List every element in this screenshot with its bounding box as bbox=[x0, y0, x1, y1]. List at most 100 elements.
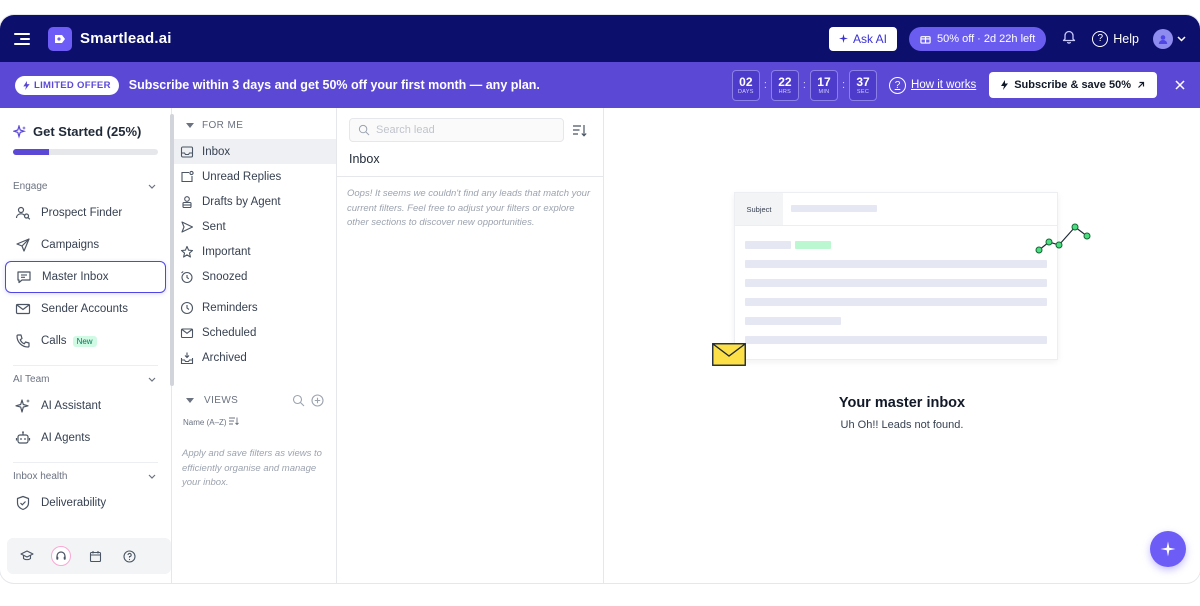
folder-snoozed[interactable]: Snoozed bbox=[172, 264, 336, 289]
no-leads-message: Oops! It seems we couldn't find any lead… bbox=[347, 188, 591, 228]
folder-inbox[interactable]: Inbox bbox=[172, 139, 336, 164]
offer-countdown-pill[interactable]: 50% off · 2d 22h left bbox=[909, 26, 1047, 51]
nav-label: Master Inbox bbox=[42, 271, 109, 283]
chevron-down-icon[interactable] bbox=[1177, 35, 1186, 42]
help-circle-icon[interactable] bbox=[119, 546, 139, 566]
section-engage[interactable]: Engage bbox=[5, 181, 166, 192]
nav-ai-agents[interactable]: AI Agents bbox=[5, 422, 166, 454]
folder-scheduled[interactable]: Scheduled bbox=[172, 320, 336, 345]
nav-campaigns[interactable]: Campaigns bbox=[5, 229, 166, 261]
empty-inbox-illustration: Subject bbox=[712, 192, 1092, 382]
logo-text: Smartlead.ai bbox=[80, 30, 172, 47]
nav-deliverability[interactable]: Deliverability bbox=[5, 487, 166, 519]
archive-icon bbox=[180, 352, 194, 364]
notifications-bell-icon[interactable] bbox=[1062, 29, 1076, 49]
offer-pill-label: 50% off · 2d 22h left bbox=[937, 32, 1036, 45]
question-icon: ? bbox=[889, 76, 907, 94]
menu-toggle-icon[interactable] bbox=[14, 32, 30, 45]
search-icon bbox=[358, 124, 370, 136]
nav-label: Sender Accounts bbox=[41, 303, 128, 315]
lead-list-title: Inbox bbox=[349, 152, 380, 166]
user-avatar[interactable] bbox=[1153, 28, 1173, 49]
unread-mail-icon bbox=[181, 170, 194, 182]
folder-archived[interactable]: Archived bbox=[172, 345, 336, 370]
caret-down-icon bbox=[186, 398, 194, 403]
nav-master-inbox[interactable]: Master Inbox bbox=[5, 261, 166, 293]
timer-minutes: 17 MIN bbox=[809, 69, 838, 101]
subscribe-label: Subscribe & save 50% bbox=[1014, 79, 1131, 91]
chevron-down-icon bbox=[148, 377, 156, 382]
arrow-up-right-icon bbox=[1138, 81, 1145, 88]
search-icon[interactable] bbox=[292, 394, 305, 407]
sidebar-scrollbar[interactable] bbox=[170, 114, 174, 386]
nav-sender-accounts[interactable]: Sender Accounts bbox=[5, 293, 166, 325]
views-toggle[interactable]: VIEWS bbox=[186, 395, 238, 406]
section-inbox-health[interactable]: Inbox health bbox=[5, 471, 166, 482]
ask-ai-label: Ask AI bbox=[853, 31, 888, 46]
folder-important[interactable]: Important bbox=[172, 239, 336, 264]
nav-label: Calls bbox=[41, 335, 67, 347]
views-sort[interactable]: Name (A–Z) bbox=[172, 417, 336, 427]
message-icon bbox=[17, 271, 31, 284]
get-started-label: Get Started (25%) bbox=[33, 124, 142, 139]
folder-label: Unread Replies bbox=[202, 170, 282, 183]
chevron-down-icon bbox=[148, 474, 156, 479]
gift-icon bbox=[920, 36, 931, 44]
help-label: Help bbox=[1113, 31, 1139, 46]
envelope-icon bbox=[712, 343, 746, 366]
nav-calls[interactable]: Calls New bbox=[5, 325, 166, 357]
sidebar: Get Started (25%) Engage Prospect Finder… bbox=[0, 108, 174, 583]
add-view-icon[interactable] bbox=[311, 394, 324, 407]
timer-seconds: 37 SEC bbox=[849, 69, 878, 101]
new-badge: New bbox=[72, 335, 97, 347]
nav-ai-assistant[interactable]: AI Assistant bbox=[5, 390, 166, 422]
headset-icon[interactable] bbox=[51, 546, 71, 566]
graduation-cap-icon[interactable] bbox=[17, 546, 37, 566]
folder-label: Archived bbox=[202, 351, 247, 364]
folder-reminders[interactable]: Reminders bbox=[172, 295, 336, 320]
shield-check-icon bbox=[16, 495, 30, 511]
help-button[interactable]: ? Help bbox=[1092, 30, 1139, 47]
subscribe-button[interactable]: Subscribe & save 50% bbox=[989, 72, 1157, 98]
banner-text: Subscribe within 3 days and get 50% off … bbox=[128, 78, 540, 92]
caret-down-icon bbox=[186, 122, 194, 128]
trend-line-icon bbox=[1035, 223, 1091, 254]
app-body: Get Started (25%) Engage Prospect Finder… bbox=[0, 108, 1200, 583]
sparkle-icon bbox=[13, 124, 26, 139]
timer-days: 02 DAYS bbox=[731, 69, 760, 101]
section-ai-team-label: AI Team bbox=[13, 374, 50, 385]
how-it-works-label: How it works bbox=[911, 79, 977, 91]
for-me-label: FOR ME bbox=[202, 119, 244, 131]
get-started-widget[interactable]: Get Started (25%) bbox=[5, 108, 166, 155]
card-subject: Subject bbox=[735, 193, 783, 225]
nav-prospect-finder[interactable]: Prospect Finder bbox=[5, 197, 166, 229]
folder-sent[interactable]: Sent bbox=[172, 214, 336, 239]
folder-drafts-by-agent[interactable]: Drafts by Agent bbox=[172, 189, 336, 214]
ai-assistant-fab[interactable] bbox=[1150, 531, 1186, 567]
folder-label: Important bbox=[202, 245, 251, 258]
folder-label: Sent bbox=[202, 220, 226, 233]
folder-label: Snoozed bbox=[202, 270, 248, 283]
alarm-clock-icon bbox=[181, 270, 193, 283]
search-lead-input[interactable] bbox=[376, 124, 536, 136]
close-banner-icon[interactable] bbox=[1175, 77, 1185, 93]
email-card-illustration: Subject bbox=[734, 192, 1058, 360]
search-lead-box bbox=[349, 118, 564, 142]
conversation-panel: Subject Your master inbox Uh Oh!! Leads … bbox=[604, 108, 1200, 583]
lightning-icon bbox=[23, 80, 30, 90]
sort-filter-icon[interactable] bbox=[572, 124, 587, 137]
help-circle-icon: ? bbox=[1092, 30, 1109, 47]
how-it-works-link[interactable]: ? How it works bbox=[889, 76, 977, 94]
calendar-icon[interactable] bbox=[85, 546, 105, 566]
app-window: Smartlead.ai Ask AI 50% off · 2d 22h lef… bbox=[0, 15, 1200, 583]
logo-icon bbox=[48, 26, 72, 51]
for-me-header[interactable]: FOR ME bbox=[172, 118, 336, 132]
send-icon bbox=[16, 238, 30, 252]
empty-state-title: Your master inbox bbox=[838, 395, 966, 411]
top-bar: Smartlead.ai Ask AI 50% off · 2d 22h lef… bbox=[0, 15, 1200, 62]
ask-ai-button[interactable]: Ask AI bbox=[829, 26, 898, 51]
section-ai-team[interactable]: AI Team bbox=[5, 374, 166, 385]
section-engage-label: Engage bbox=[13, 181, 48, 192]
folder-unread-replies[interactable]: Unread Replies bbox=[172, 164, 336, 189]
sort-icon bbox=[228, 417, 239, 426]
